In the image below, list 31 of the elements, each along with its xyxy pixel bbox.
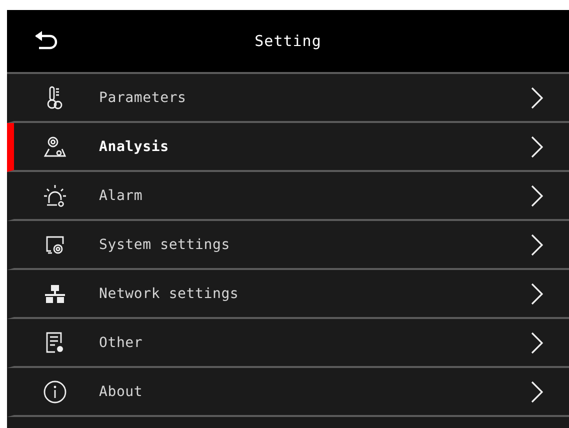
menu-item[interactable]: Other <box>7 319 569 368</box>
chevron-right-icon <box>531 380 543 402</box>
menu-item-label: About <box>99 384 143 400</box>
menu-item-label: Alarm <box>99 188 143 204</box>
screen-title: Setting <box>254 32 322 50</box>
info-icon <box>43 380 67 404</box>
monitor-gear-icon <box>45 234 65 254</box>
chevron-right-icon <box>531 234 543 256</box>
menu-item-label: Analysis <box>99 138 169 154</box>
document-gear-icon <box>45 332 65 354</box>
menu-item[interactable]: Parameters <box>7 74 569 123</box>
menu-item[interactable]: Analysis <box>7 123 569 172</box>
menu-item-label: Other <box>99 334 143 350</box>
network-icon <box>44 284 66 304</box>
chevron-right-icon <box>531 282 543 304</box>
chevron-right-icon <box>531 136 543 158</box>
location-pin-icon <box>44 136 66 158</box>
chevron-right-icon <box>531 86 543 108</box>
menu-item-label: Parameters <box>99 90 186 106</box>
menu-item[interactable]: System settings <box>7 221 569 270</box>
menu-item-label: System settings <box>99 236 230 252</box>
back-button[interactable] <box>34 30 60 52</box>
back-arrow-icon <box>34 30 58 50</box>
menu-item[interactable]: Network settings <box>7 270 569 319</box>
thermometer-gear-icon <box>47 86 63 110</box>
menu-item[interactable]: About <box>7 368 569 417</box>
chevron-right-icon <box>531 184 543 206</box>
menu-item[interactable]: Alarm <box>7 172 569 221</box>
chevron-right-icon <box>531 332 543 354</box>
menu-item-label: Network settings <box>99 286 239 302</box>
siren-icon <box>43 184 67 208</box>
